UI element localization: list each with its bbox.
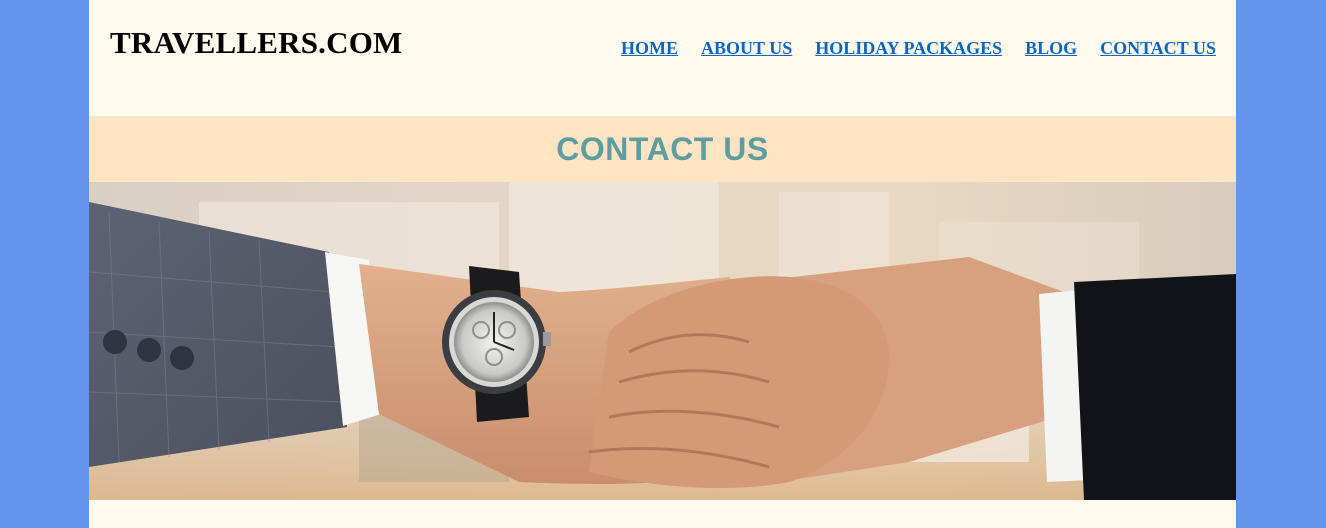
nav-link-about-us[interactable]: ABOUT US [701, 37, 792, 59]
nav-link-blog[interactable]: BLOG [1025, 37, 1077, 59]
page-title-banner: CONTACT US [89, 116, 1236, 182]
nav-link-holiday-packages[interactable]: HOLIDAY PACKAGES [815, 37, 1002, 59]
nav-link-home[interactable]: HOME [621, 37, 678, 59]
site-logo[interactable]: TRAVELLERS.COM [110, 25, 403, 61]
hero-image-handshake [89, 182, 1236, 500]
nav-link-contact-us[interactable]: CONTACT US [1100, 37, 1216, 59]
page-title: CONTACT US [556, 130, 769, 167]
site-header: TRAVELLERS.COM HOME ABOUT US HOLIDAY PAC… [89, 0, 1236, 116]
main-nav: HOME ABOUT US HOLIDAY PACKAGES BLOG CONT… [621, 37, 1216, 59]
page-container: TRAVELLERS.COM HOME ABOUT US HOLIDAY PAC… [89, 0, 1236, 528]
